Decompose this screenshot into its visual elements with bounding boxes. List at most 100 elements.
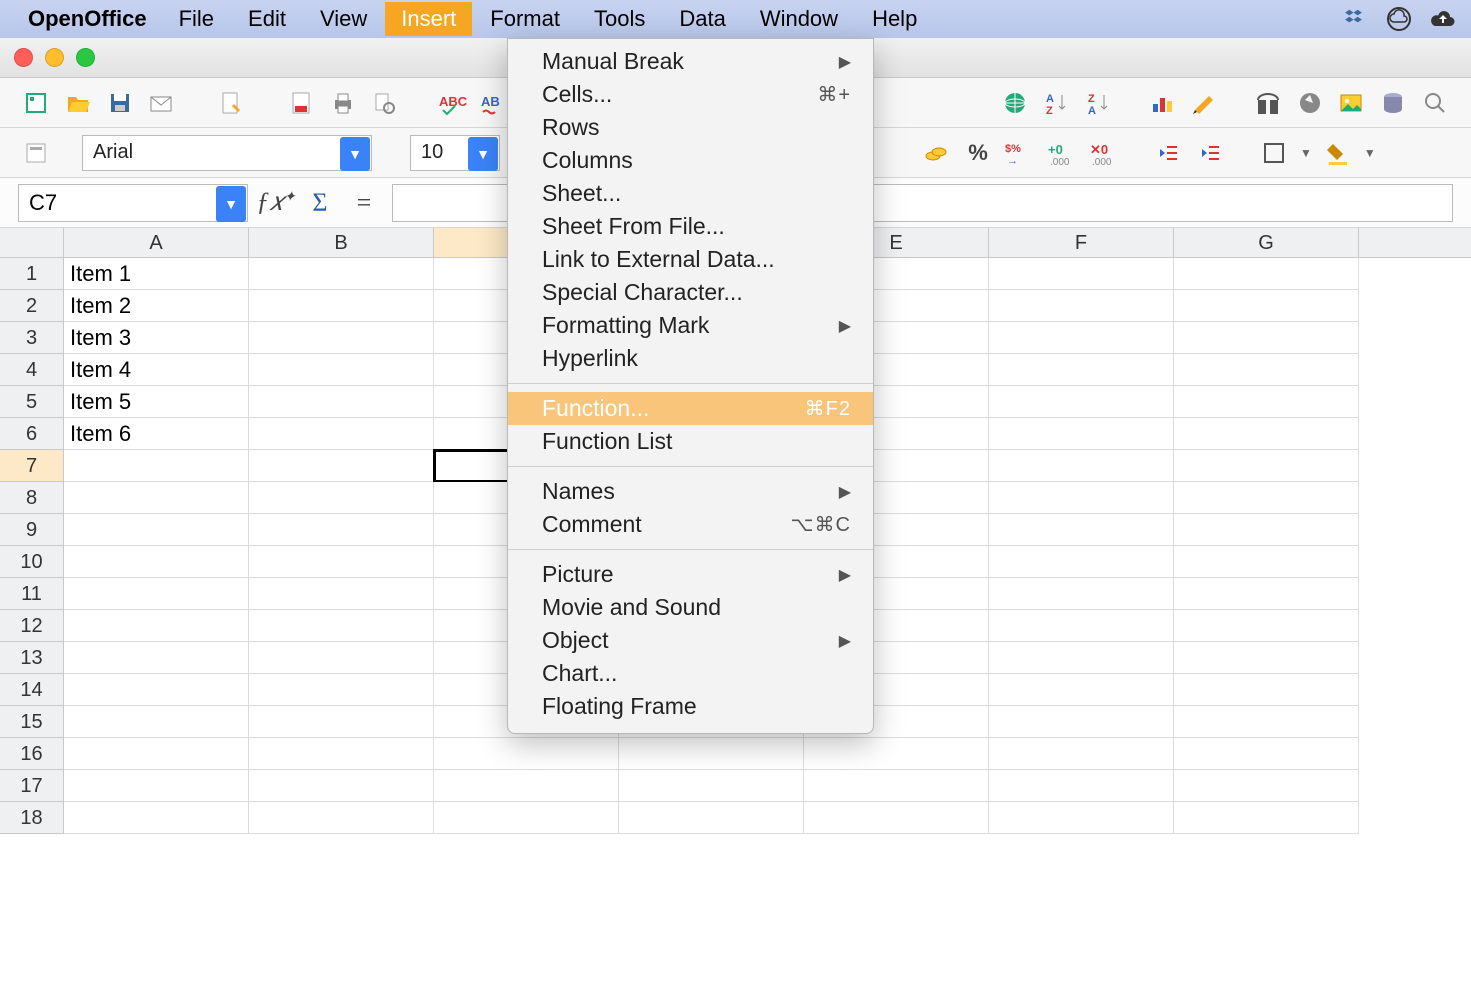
menu-insert[interactable]: Insert <box>385 2 472 36</box>
menu-item-floating-frame[interactable]: Floating Frame <box>508 690 873 723</box>
cell-A1[interactable]: Item 1 <box>64 258 249 290</box>
cell-A15[interactable] <box>64 706 249 738</box>
zoom-icon[interactable] <box>1419 87 1451 119</box>
cell-C18[interactable] <box>434 802 619 834</box>
row-header-3[interactable]: 3 <box>0 322 64 354</box>
cell-F1[interactable] <box>989 258 1174 290</box>
select-all-corner[interactable] <box>0 228 64 257</box>
cell-B13[interactable] <box>249 642 434 674</box>
row-header-9[interactable]: 9 <box>0 514 64 546</box>
cell-A9[interactable] <box>64 514 249 546</box>
cell-G7[interactable] <box>1174 450 1359 482</box>
cell-A5[interactable]: Item 5 <box>64 386 249 418</box>
row-header-10[interactable]: 10 <box>0 546 64 578</box>
menu-item-comment[interactable]: Comment⌥⌘C <box>508 508 873 541</box>
cell-F10[interactable] <box>989 546 1174 578</box>
borders-icon[interactable] <box>1258 137 1290 169</box>
new-doc-icon[interactable] <box>20 87 52 119</box>
menu-item-columns[interactable]: Columns <box>508 144 873 177</box>
cell-A2[interactable]: Item 2 <box>64 290 249 322</box>
cell-A10[interactable] <box>64 546 249 578</box>
menu-format[interactable]: Format <box>474 2 576 36</box>
navigator-icon[interactable] <box>1294 87 1326 119</box>
number-format-icon[interactable]: $%→ <box>1004 137 1036 169</box>
cell-A8[interactable] <box>64 482 249 514</box>
fill-color-icon[interactable] <box>1322 137 1354 169</box>
col-header-G[interactable]: G <box>1174 228 1359 257</box>
row-header-16[interactable]: 16 <box>0 738 64 770</box>
cell-G18[interactable] <box>1174 802 1359 834</box>
menu-item-link-to-external-data[interactable]: Link to External Data... <box>508 243 873 276</box>
cell-D17[interactable] <box>619 770 804 802</box>
cloud-upload-icon[interactable] <box>1429 5 1457 33</box>
chevron-down-icon[interactable]: ▼ <box>468 137 498 171</box>
menu-item-rows[interactable]: Rows <box>508 111 873 144</box>
row-header-13[interactable]: 13 <box>0 642 64 674</box>
cell-G15[interactable] <box>1174 706 1359 738</box>
equals-icon[interactable]: = <box>348 187 380 219</box>
cell-G17[interactable] <box>1174 770 1359 802</box>
cell-B10[interactable] <box>249 546 434 578</box>
print-icon[interactable] <box>327 87 359 119</box>
cell-D18[interactable] <box>619 802 804 834</box>
cell-B5[interactable] <box>249 386 434 418</box>
cell-F2[interactable] <box>989 290 1174 322</box>
cell-F11[interactable] <box>989 578 1174 610</box>
menu-item-formatting-mark[interactable]: Formatting Mark▶ <box>508 309 873 342</box>
font-size-combo[interactable]: 10 ▼ <box>410 135 500 171</box>
menu-item-names[interactable]: Names▶ <box>508 475 873 508</box>
cell-F16[interactable] <box>989 738 1174 770</box>
cell-G10[interactable] <box>1174 546 1359 578</box>
cell-G1[interactable] <box>1174 258 1359 290</box>
sum-icon[interactable]: Σ <box>304 187 336 219</box>
cell-A17[interactable] <box>64 770 249 802</box>
cell-A3[interactable]: Item 3 <box>64 322 249 354</box>
add-decimal-icon[interactable]: +0.000 <box>1046 137 1078 169</box>
row-header-4[interactable]: 4 <box>0 354 64 386</box>
edit-doc-icon[interactable] <box>215 87 247 119</box>
sort-asc-icon[interactable]: AZ <box>1041 87 1073 119</box>
row-header-15[interactable]: 15 <box>0 706 64 738</box>
row-header-5[interactable]: 5 <box>0 386 64 418</box>
spellcheck-icon[interactable]: ABC <box>438 87 470 119</box>
save-icon[interactable] <box>104 87 136 119</box>
cell-G4[interactable] <box>1174 354 1359 386</box>
row-header-14[interactable]: 14 <box>0 674 64 706</box>
email-icon[interactable] <box>145 87 177 119</box>
cell-F18[interactable] <box>989 802 1174 834</box>
menu-item-function[interactable]: Function...⌘F2 <box>508 392 873 425</box>
chevron-down-icon[interactable]: ▼ <box>216 186 246 222</box>
currency-icon[interactable] <box>920 137 952 169</box>
row-header-11[interactable]: 11 <box>0 578 64 610</box>
percent-icon[interactable]: % <box>962 137 994 169</box>
cell-B9[interactable] <box>249 514 434 546</box>
app-name[interactable]: OpenOffice <box>28 6 147 32</box>
menu-item-function-list[interactable]: Function List <box>508 425 873 458</box>
cell-A12[interactable] <box>64 610 249 642</box>
show-draw-icon[interactable] <box>1188 87 1220 119</box>
menu-data[interactable]: Data <box>663 2 741 36</box>
cell-A7[interactable] <box>64 450 249 482</box>
col-header-F[interactable]: F <box>989 228 1174 257</box>
styles-icon[interactable] <box>20 137 52 169</box>
cell-G6[interactable] <box>1174 418 1359 450</box>
cell-F3[interactable] <box>989 322 1174 354</box>
menu-item-object[interactable]: Object▶ <box>508 624 873 657</box>
name-box[interactable]: C7 ▼ <box>18 184 248 222</box>
cell-G14[interactable] <box>1174 674 1359 706</box>
cell-B2[interactable] <box>249 290 434 322</box>
cell-A6[interactable]: Item 6 <box>64 418 249 450</box>
close-window-button[interactable] <box>14 48 33 67</box>
menu-view[interactable]: View <box>304 2 383 36</box>
cell-B1[interactable] <box>249 258 434 290</box>
row-header-1[interactable]: 1 <box>0 258 64 290</box>
cell-F14[interactable] <box>989 674 1174 706</box>
cell-B12[interactable] <box>249 610 434 642</box>
cell-E18[interactable] <box>804 802 989 834</box>
cell-G9[interactable] <box>1174 514 1359 546</box>
cell-B6[interactable] <box>249 418 434 450</box>
menu-item-special-character[interactable]: Special Character... <box>508 276 873 309</box>
zoom-window-button[interactable] <box>76 48 95 67</box>
cell-F6[interactable] <box>989 418 1174 450</box>
increase-indent-icon[interactable] <box>1194 137 1226 169</box>
